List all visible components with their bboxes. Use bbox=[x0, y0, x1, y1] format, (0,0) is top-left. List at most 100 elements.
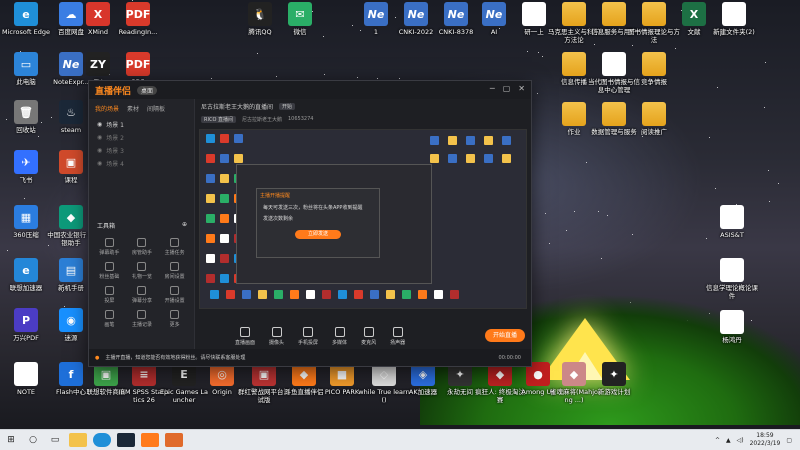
tool-item[interactable]: 开播设置 bbox=[158, 286, 191, 304]
preview-thumb bbox=[448, 154, 457, 163]
preview-thumb bbox=[290, 290, 299, 299]
preview-thumb bbox=[322, 290, 331, 299]
desktop-icon[interactable]: W 杨鸿丹 bbox=[706, 310, 758, 344]
minimize-icon[interactable]: ─ bbox=[490, 84, 495, 93]
window-controls: ─ ▢ ✕ bbox=[490, 84, 525, 93]
preview-thumb bbox=[220, 134, 229, 143]
scene-item[interactable]: ◉ 场景 1 bbox=[89, 118, 194, 131]
send-now-button[interactable]: 立即发送 bbox=[295, 230, 341, 239]
eye-icon[interactable]: ◉ bbox=[97, 147, 102, 154]
desktop-icon-image: ✈ bbox=[14, 150, 38, 174]
preview-thumb bbox=[502, 136, 511, 145]
clock-date: 2022/3/19 bbox=[749, 440, 781, 447]
app-logo: 直播伴侣 bbox=[95, 86, 132, 97]
source-control-label: 麦克风 bbox=[361, 339, 377, 346]
task-view-icon[interactable]: ▭ bbox=[44, 430, 66, 450]
tool-item[interactable]: 投屏 bbox=[93, 286, 126, 304]
preview-thumb bbox=[220, 174, 229, 183]
star bbox=[573, 210, 575, 212]
preview-thumb bbox=[466, 136, 475, 145]
star bbox=[585, 162, 587, 164]
desktop-icon[interactable]: W 信息学理论概论课件 bbox=[706, 258, 758, 300]
star bbox=[322, 35, 324, 37]
tool-item[interactable]: 弹幕分享 bbox=[126, 286, 159, 304]
desktop-icon[interactable]: ✦ 新游戏计划 bbox=[588, 362, 640, 396]
clock[interactable]: 18:59 2022/3/19 bbox=[750, 432, 781, 448]
file-explorer-icon[interactable] bbox=[69, 433, 87, 447]
scene-item[interactable]: ◉ 场景 3 bbox=[89, 144, 194, 157]
tray-chevron-icon[interactable]: ^ bbox=[715, 437, 720, 444]
preview-thumb bbox=[434, 290, 443, 299]
desktop-icon[interactable]: 阅读推广 bbox=[628, 102, 680, 136]
notification-icon[interactable]: ▢ bbox=[786, 437, 792, 444]
source-control[interactable]: 手机投屏 bbox=[298, 326, 318, 346]
tool-label: 主播任务 bbox=[164, 250, 185, 256]
preview-thumb bbox=[448, 136, 457, 145]
add-icon[interactable]: ⊕ bbox=[182, 221, 187, 230]
toolbox-title: 工具箱 bbox=[97, 223, 116, 230]
search-icon[interactable]: ○ bbox=[22, 430, 44, 450]
desktop-icon-image bbox=[642, 102, 666, 126]
desktop-icon[interactable]: ✉ 微信 bbox=[274, 2, 326, 36]
tool-label: 房管助手 bbox=[131, 250, 152, 256]
version-tag[interactable]: 桌面 bbox=[137, 85, 158, 95]
windows-start-icon[interactable]: ⊞ bbox=[0, 430, 22, 450]
close-icon[interactable]: ✕ bbox=[518, 84, 525, 93]
source-control-icon bbox=[363, 326, 374, 337]
source-control[interactable]: 扬声器 bbox=[390, 326, 405, 346]
tab-panel[interactable]: 间隔板 bbox=[147, 104, 165, 113]
source-control[interactable]: 多媒体 bbox=[332, 326, 347, 346]
source-control-icon bbox=[392, 326, 403, 337]
tool-item[interactable]: 房间设置 bbox=[158, 262, 191, 280]
eye-icon[interactable]: ◉ bbox=[97, 160, 102, 167]
desktop-icon[interactable]: PDF ReadingIn... bbox=[112, 2, 164, 36]
tool-item[interactable]: 更多 bbox=[158, 310, 191, 328]
steam-icon[interactable] bbox=[117, 433, 135, 447]
desktop-icon[interactable]: W ASIS&T bbox=[706, 205, 758, 239]
edge-icon[interactable] bbox=[93, 433, 111, 447]
tool-label: 更多 bbox=[169, 322, 180, 328]
room-owner: 尼古拉斯老王大鹅 bbox=[241, 116, 282, 123]
tab-my-scenes[interactable]: 我的场景 bbox=[95, 104, 119, 113]
stream-preview[interactable]: 主播开播提醒 每天可发送三次，粉丝将在头条APP收到提醒 发送次数剩余 立即发送 bbox=[199, 129, 527, 309]
desktop-icon-image: ▣ bbox=[59, 150, 83, 174]
desktop-icon[interactable]: 竞争情报 bbox=[628, 52, 680, 86]
source-control[interactable]: 直播画面 bbox=[235, 326, 255, 346]
tool-item[interactable]: 礼物一览 bbox=[126, 262, 159, 280]
star bbox=[717, 87, 718, 89]
tool-item[interactable]: 主播记录 bbox=[126, 310, 159, 328]
desktop-icon[interactable]: ▤ 新建文件夹(2) bbox=[708, 2, 760, 36]
star bbox=[541, 55, 543, 57]
desktop-icon-label: 竞争情报 bbox=[641, 78, 667, 86]
main-panel: 尼古拉斯老王大鹅的直播间 开始 RICO 直播间 尼古拉斯老王大鹅 106532… bbox=[195, 99, 531, 350]
star bbox=[548, 243, 550, 245]
source-control[interactable]: 麦克风 bbox=[361, 326, 377, 346]
pinned-app-icon[interactable] bbox=[165, 433, 183, 447]
tool-item[interactable]: 粉丝基础 bbox=[93, 262, 126, 280]
volume-icon[interactable]: ◁) bbox=[737, 437, 744, 444]
live-app-taskbar-icon[interactable] bbox=[141, 433, 159, 447]
scene-item[interactable]: ◉ 场景 2 bbox=[89, 131, 194, 144]
clock-time: 18:59 bbox=[756, 432, 774, 439]
tool-item[interactable]: 画笔 bbox=[93, 310, 126, 328]
toolbox-header: 工具箱 ⊕ bbox=[89, 221, 195, 230]
tool-item[interactable]: 主播任务 bbox=[158, 238, 191, 256]
tool-icon bbox=[104, 238, 114, 247]
desktop-icon-image: ▤ bbox=[522, 2, 546, 26]
desktop-icon-image bbox=[562, 52, 586, 76]
eye-icon[interactable]: ◉ bbox=[97, 121, 102, 128]
star bbox=[537, 52, 539, 54]
room-badge[interactable]: 开始 bbox=[279, 102, 296, 110]
eye-icon[interactable]: ◉ bbox=[97, 134, 102, 141]
source-control[interactable]: 摄像头 bbox=[269, 326, 284, 346]
tool-item[interactable]: 房管助手 bbox=[126, 238, 159, 256]
desktop-icon-label: 微信 bbox=[293, 28, 307, 36]
tool-item[interactable]: 弹幕助手 bbox=[93, 238, 126, 256]
maximize-icon[interactable]: ▢ bbox=[503, 84, 511, 93]
start-live-button[interactable]: 开始直播 bbox=[485, 329, 525, 342]
preview-thumb bbox=[210, 290, 219, 299]
toolbox: 工具箱 ⊕ 弹幕助手 房管助手 主播任务粉丝基础 礼物一览 房间设置投屏 弹幕分享 开播设置… bbox=[89, 221, 195, 336]
scene-item[interactable]: ◉ 场景 4 bbox=[89, 157, 194, 170]
tab-materials[interactable]: 素材 bbox=[127, 104, 139, 113]
network-icon[interactable]: ▲ bbox=[726, 437, 731, 444]
